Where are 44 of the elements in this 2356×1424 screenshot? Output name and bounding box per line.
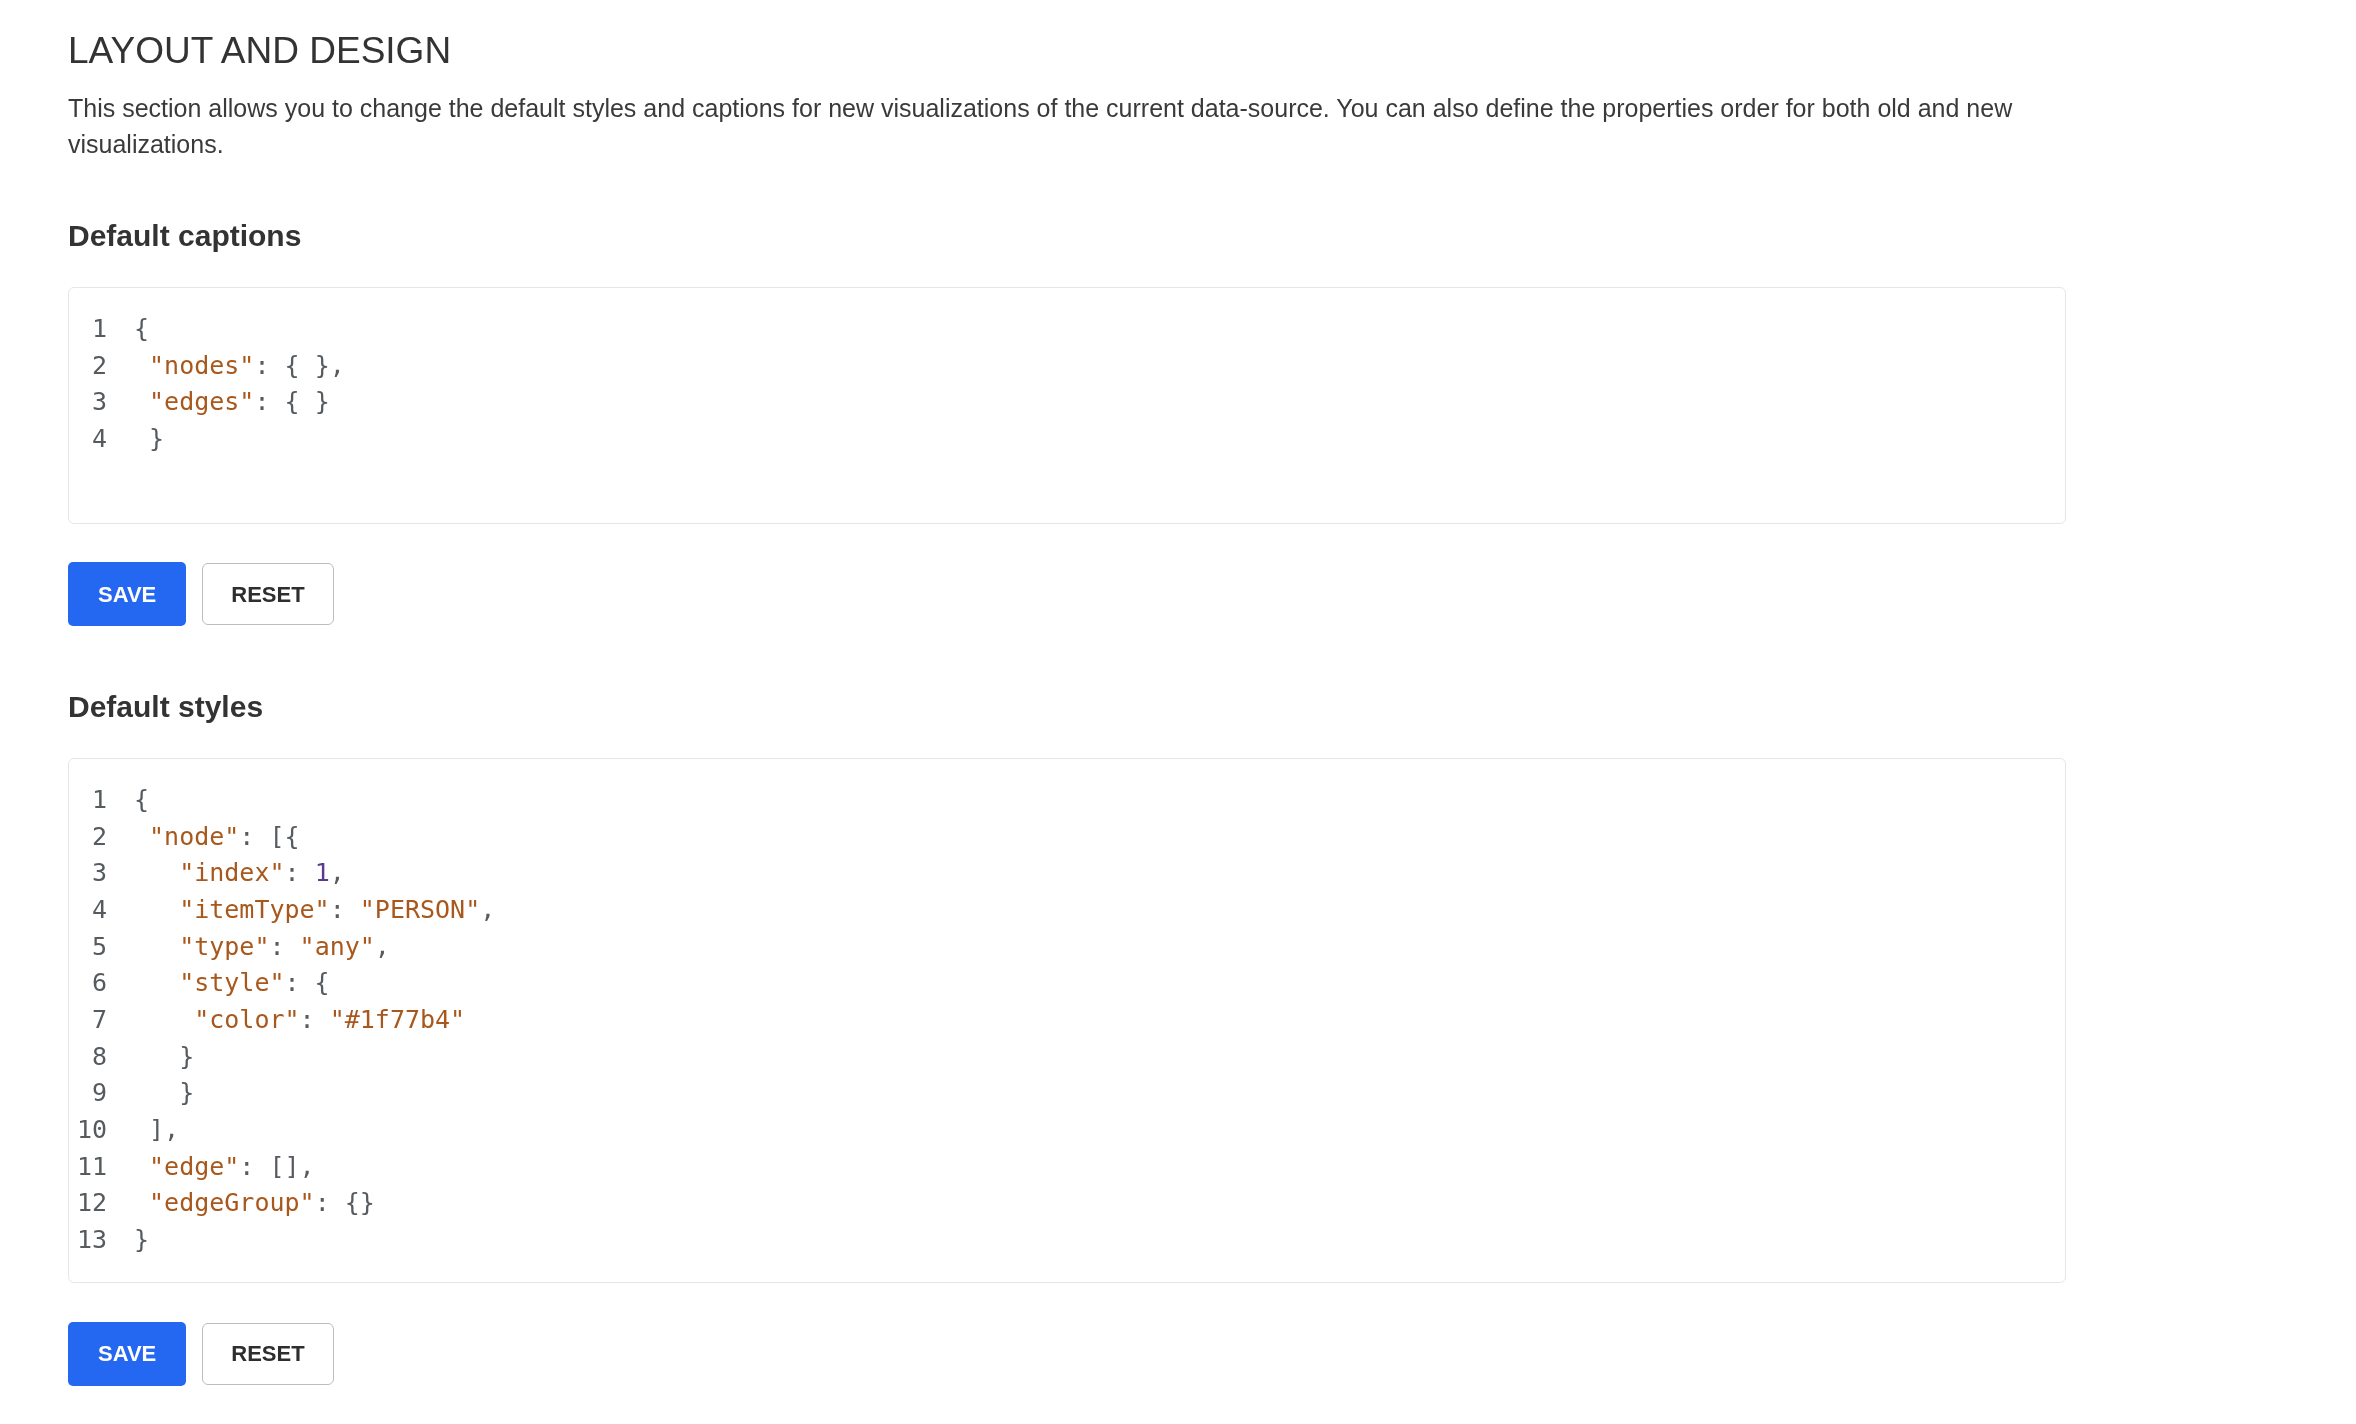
code-line: "nodes": { },: [148, 349, 345, 382]
code-line: }: [134, 1224, 150, 1257]
reset-button[interactable]: RESET: [202, 1322, 334, 1385]
code-line: "itemType": "PERSON",: [178, 894, 496, 926]
line-number: 1: [90, 784, 107, 816]
line-number: 9: [90, 1077, 107, 1110]
line-number: 7: [90, 1004, 107, 1037]
code-line: "index": 1,: [178, 857, 345, 890]
code-line: "edges": { }: [148, 386, 330, 419]
line-number: 3: [90, 386, 107, 419]
line-number: 1: [90, 313, 107, 345]
line-number: 13: [75, 1224, 107, 1257]
section-heading: Default styles: [68, 689, 264, 725]
line-number: 8: [90, 1040, 107, 1073]
code-line: {: [134, 784, 150, 816]
line-number: 4: [90, 423, 107, 455]
save-button[interactable]: SAVE: [68, 1321, 187, 1386]
reset-button[interactable]: RESET: [202, 563, 334, 625]
section-heading: Default captions: [68, 218, 302, 254]
save-button[interactable]: SAVE: [68, 562, 187, 626]
page-title: LAYOUT AND DESIGN: [68, 29, 452, 73]
code-line: {: [134, 313, 150, 345]
code-editor[interactable]: 1 { 2 "nodes": { }, 3 "edges": { } 4 }: [68, 287, 2066, 524]
code-line: "color": "#1f77b4": [193, 1004, 466, 1037]
code-line: ],: [148, 1114, 180, 1147]
code-editor[interactable]: 1 { 2 "node": [{ 3 "index": 1, 4 "itemType": "PERSON", 5 "type": "any", 6 "style": { 7 "color": "#1f77b4" 8 } 9 } 10 ], 11 "edge": [], 12 "edgeGroup": {} 13 }: [68, 758, 2066, 1283]
line-number: 12: [75, 1187, 107, 1220]
code-line: "edge": [],: [148, 1150, 315, 1183]
code-line: }: [178, 1077, 195, 1110]
line-number: 2: [90, 349, 107, 382]
code-line: "node": [{: [148, 820, 300, 853]
line-number: 11: [75, 1150, 107, 1183]
line-number: 10: [75, 1114, 107, 1147]
code-line: "type": "any",: [178, 930, 390, 963]
line-number: 6: [90, 967, 107, 1000]
code-line: }: [178, 1040, 195, 1073]
line-number: 4: [90, 894, 107, 926]
code-line: "style": {: [178, 967, 330, 1000]
code-line: }: [148, 423, 165, 455]
code-line: "edgeGroup": {}: [148, 1187, 375, 1220]
line-number: 5: [90, 930, 107, 963]
line-number: 2: [90, 820, 107, 853]
line-number: 3: [90, 857, 107, 890]
description: This section allows you to change the default styles and captions for new visualizations of the current data-source. You can also define the properties order for both old and new visualizations.: [68, 93, 2014, 160]
